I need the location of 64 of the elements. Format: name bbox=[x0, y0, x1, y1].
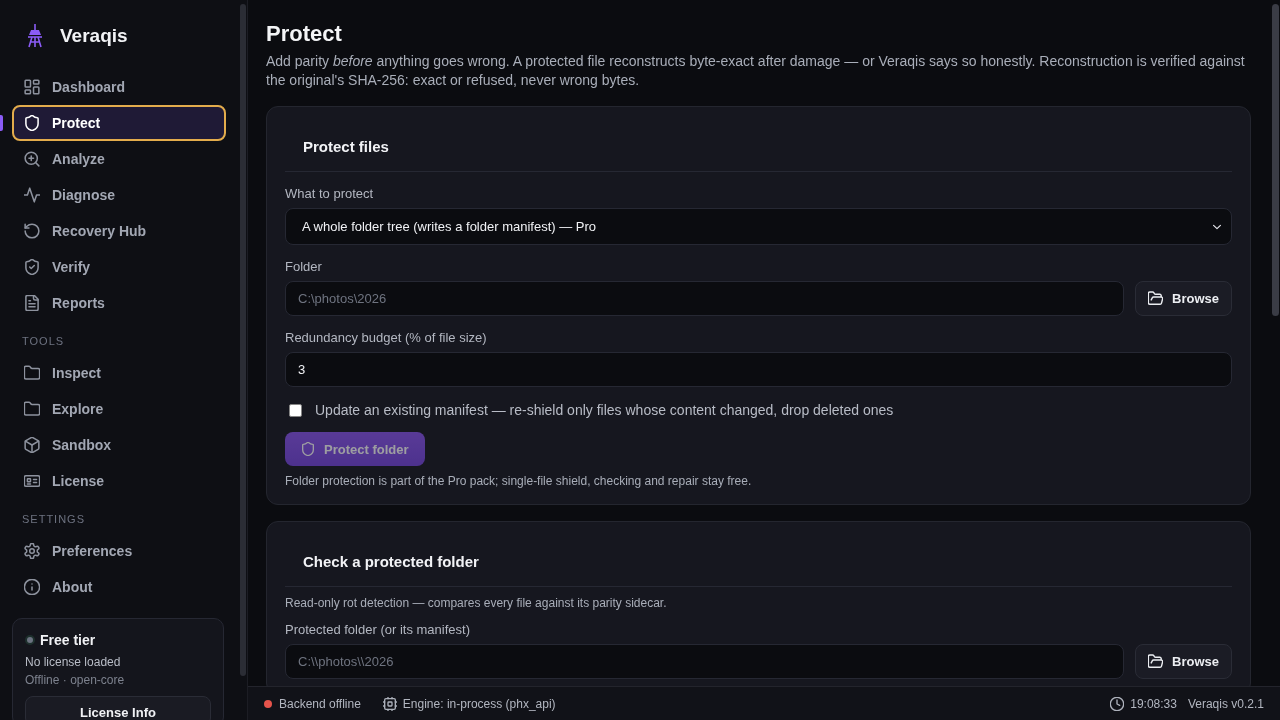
help-text: Folder protection is part of the Pro pack; single-file shield, checking and repair stay free. bbox=[285, 473, 753, 489]
scrollbar-thumb[interactable] bbox=[1272, 4, 1279, 316]
nav-item[interactable]: Inspect bbox=[12, 355, 226, 391]
section-heading: SETTINGS bbox=[21, 512, 86, 526]
folder-icon bbox=[24, 365, 40, 381]
folder-icon bbox=[24, 401, 40, 417]
license-info-button[interactable]: License Info bbox=[25, 696, 211, 720]
grid-icon bbox=[24, 79, 40, 95]
select-field[interactable]: A whole folder tree (writes a folder manifest) — Pro bbox=[285, 208, 1232, 245]
cube-icon bbox=[24, 437, 40, 453]
scrollbar-thumb[interactable] bbox=[240, 4, 246, 676]
folder-open-icon bbox=[1148, 291, 1163, 306]
page-description: Add parity before anything goes wrong. A protected file reconstructs byte-exact after damage — or Veraqis says so honestly. Reconstruction is verified against the original's SHA-256: exact or refused, never wrong bytes. bbox=[266, 52, 1246, 90]
nav-item[interactable]: Explore bbox=[12, 391, 226, 427]
nav-item[interactable]: Dashboard bbox=[12, 69, 226, 105]
settings-icon bbox=[24, 543, 40, 559]
nav-item[interactable]: Protect bbox=[12, 105, 226, 141]
nav-item[interactable]: Analyze bbox=[12, 141, 226, 177]
checkbox-label: Update an existing manifest — re-shield only files whose content changed, drop deleted ones bbox=[315, 402, 894, 418]
backend-status: Backend offline bbox=[279, 696, 361, 711]
nav-item[interactable]: Sandbox bbox=[12, 427, 226, 463]
document-icon bbox=[24, 295, 40, 311]
rotate-icon bbox=[24, 223, 40, 239]
nav-item[interactable]: Preferences bbox=[12, 533, 226, 569]
field-label: What to protect bbox=[285, 186, 375, 202]
info-icon bbox=[24, 579, 40, 595]
card-title: Check a protected folder bbox=[285, 539, 1232, 587]
checkbox[interactable] bbox=[289, 403, 302, 417]
pulse-icon bbox=[24, 187, 40, 203]
nav-item[interactable]: License bbox=[12, 463, 226, 499]
spire-logo-icon bbox=[26, 24, 44, 48]
license-detail: Offline · open-core bbox=[25, 672, 126, 688]
page-title: Protect bbox=[266, 20, 343, 48]
nav-item[interactable]: About bbox=[12, 569, 226, 605]
browse-button[interactable]: Browse bbox=[1135, 644, 1232, 679]
zoom-in-icon bbox=[24, 151, 40, 167]
chip-icon bbox=[382, 696, 397, 711]
field-label: Folder bbox=[285, 259, 323, 275]
browse-button[interactable]: Browse bbox=[1135, 281, 1232, 316]
shield-icon bbox=[24, 115, 40, 131]
active-indicator bbox=[0, 115, 3, 131]
nav-item[interactable]: Reports bbox=[12, 285, 226, 321]
path-input-field[interactable]: C:\\photos\\2026 bbox=[285, 644, 1124, 679]
nav-item[interactable]: Verify bbox=[12, 249, 226, 285]
field-label: Protected folder (or its manifest) bbox=[285, 622, 471, 638]
shield-icon bbox=[301, 442, 315, 456]
card-title: Protect files bbox=[285, 124, 1232, 172]
section-heading: TOOLS bbox=[21, 334, 66, 348]
nav-item[interactable]: Recovery Hub bbox=[12, 213, 226, 249]
help-text: Read-only rot detection — compares every file against its parity sidecar. bbox=[285, 595, 668, 611]
path-input-field[interactable]: C:\photos\2026 bbox=[285, 281, 1124, 316]
clock-time: 19:08:33 bbox=[1130, 696, 1177, 711]
clock-icon bbox=[1110, 696, 1125, 711]
nav-item[interactable]: Diagnose bbox=[12, 177, 226, 213]
field-label: Redundancy budget (% of file size) bbox=[285, 330, 488, 346]
tier-title: Free tier bbox=[40, 631, 96, 650]
number-input-field[interactable]: 3 bbox=[285, 352, 1232, 387]
shield-check-icon bbox=[24, 259, 40, 275]
brand-name: Veraqis bbox=[60, 25, 128, 47]
engine-status: Engine: in-process (phx_api) bbox=[402, 696, 556, 711]
folder-open-icon bbox=[1148, 654, 1163, 669]
id-card-icon bbox=[24, 473, 40, 489]
license-status: No license loaded bbox=[25, 654, 122, 670]
version-label: Veraqis v0.2.1 bbox=[1187, 696, 1264, 711]
